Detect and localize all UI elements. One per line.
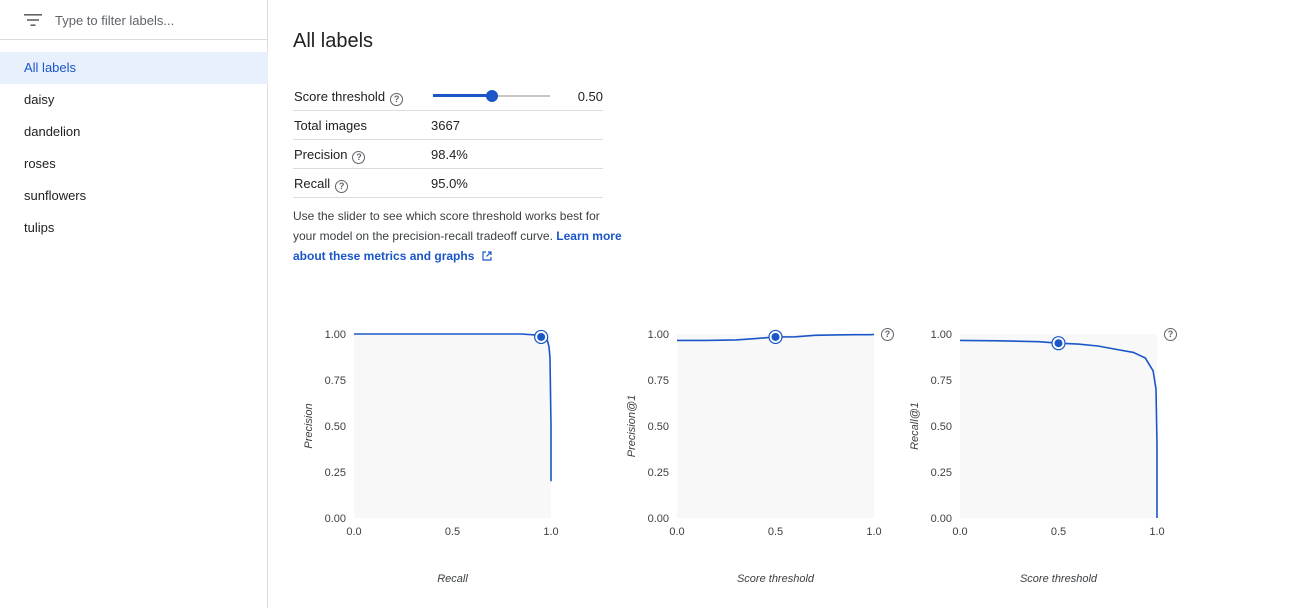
score-threshold-value: 0.50 bbox=[577, 89, 603, 104]
y-tick-label: 0.25 bbox=[325, 467, 346, 479]
label-filter-bar bbox=[0, 0, 268, 40]
x-axis-label: Score threshold bbox=[737, 573, 815, 585]
x-tick-label: 0.5 bbox=[1051, 526, 1066, 538]
precision-recall-chart: 0.00 0.25 0.50 0.75 1.00 0.0 0.5 1.0 Recall Preci… bbox=[293, 316, 593, 596]
label-item-all-labels[interactable]: All labels bbox=[0, 52, 268, 84]
help-icon[interactable]: ? bbox=[352, 151, 366, 164]
y-tick-label: 0.50 bbox=[931, 421, 952, 433]
precision-row: Precision? 98.4% bbox=[293, 140, 603, 169]
total-images-value: 3667 bbox=[431, 118, 460, 133]
y-tick-label: 0.25 bbox=[931, 467, 952, 479]
x-tick-label: 0.0 bbox=[952, 526, 967, 538]
recall-threshold-chart: 0.00 0.25 0.50 0.75 1.00 0.0 0.5 1.0 Score thres… bbox=[899, 316, 1199, 596]
label-item-daisy[interactable]: daisy bbox=[0, 84, 268, 116]
threshold-marker bbox=[537, 332, 546, 341]
slider-thumb[interactable] bbox=[485, 90, 498, 102]
precision-label: Precision? bbox=[294, 147, 366, 164]
y-tick-label: 0.75 bbox=[648, 375, 669, 387]
y-tick-label: 0.50 bbox=[648, 421, 669, 433]
recall-value: 95.0% bbox=[431, 176, 468, 191]
score-threshold-label: Score threshold? bbox=[294, 89, 404, 106]
y-tick-label: 1.00 bbox=[931, 329, 952, 341]
metrics-description: Use the slider to see which score thresh… bbox=[293, 206, 623, 266]
threshold-marker bbox=[771, 332, 780, 341]
total-images-row: Total images 3667 bbox=[293, 111, 603, 140]
chart-help-icon[interactable]: ? bbox=[881, 328, 894, 341]
help-icon[interactable]: ? bbox=[335, 180, 349, 193]
y-tick-label: 1.00 bbox=[648, 329, 669, 341]
chart-svg: 0.00 0.25 0.50 0.75 1.00 0.0 0.5 1.0 Score thres… bbox=[626, 329, 882, 585]
y-tick-label: 0.00 bbox=[931, 513, 952, 525]
label-item-sunflowers[interactable]: sunflowers bbox=[0, 180, 268, 212]
score-threshold-slider[interactable] bbox=[433, 90, 550, 102]
precision-threshold-chart: 0.00 0.25 0.50 0.75 1.00 0.0 0.5 1.0 Score thres… bbox=[616, 316, 916, 596]
x-tick-label: 0.0 bbox=[346, 526, 361, 538]
y-tick-label: 0.25 bbox=[648, 467, 669, 479]
x-tick-label: 0.5 bbox=[445, 526, 460, 538]
help-icon[interactable]: ? bbox=[390, 93, 404, 106]
label-list: All labels daisy dandelion roses sunflow… bbox=[0, 52, 268, 244]
x-axis-label: Score threshold bbox=[1020, 573, 1098, 585]
filter-list-icon[interactable] bbox=[24, 11, 42, 29]
plot-area bbox=[677, 334, 874, 518]
chart-svg: 0.00 0.25 0.50 0.75 1.00 0.0 0.5 1.0 Score thres… bbox=[909, 329, 1165, 585]
y-tick-label: 1.00 bbox=[325, 329, 346, 341]
total-images-label: Total images bbox=[294, 118, 367, 133]
main-panel: All labels Score threshold? 0.50 Total i… bbox=[269, 0, 1289, 608]
x-tick-label: 1.0 bbox=[543, 526, 558, 538]
y-tick-label: 0.00 bbox=[648, 513, 669, 525]
slider-fill bbox=[433, 94, 492, 97]
x-axis-label: Recall bbox=[437, 573, 468, 585]
plot-area bbox=[960, 334, 1157, 518]
y-axis-label: Recall@1 bbox=[909, 402, 921, 450]
recall-row: Recall? 95.0% bbox=[293, 169, 603, 198]
threshold-marker bbox=[1054, 339, 1063, 348]
plot-area bbox=[354, 334, 551, 518]
label-item-roses[interactable]: roses bbox=[0, 148, 268, 180]
score-threshold-row: Score threshold? 0.50 bbox=[293, 82, 603, 111]
y-axis-label: Precision bbox=[303, 403, 315, 448]
x-tick-label: 1.0 bbox=[866, 526, 881, 538]
y-tick-label: 0.75 bbox=[325, 375, 346, 387]
chart-help-icon[interactable]: ? bbox=[1164, 328, 1177, 341]
y-tick-label: 0.00 bbox=[325, 513, 346, 525]
recall-label: Recall? bbox=[294, 176, 349, 193]
y-tick-label: 0.50 bbox=[325, 421, 346, 433]
x-tick-label: 1.0 bbox=[1149, 526, 1164, 538]
label-item-tulips[interactable]: tulips bbox=[0, 212, 268, 244]
x-tick-label: 0.0 bbox=[669, 526, 684, 538]
label-filter-input[interactable] bbox=[48, 6, 258, 34]
y-tick-label: 0.75 bbox=[931, 375, 952, 387]
y-axis-label: Precision@1 bbox=[626, 395, 638, 458]
precision-value: 98.4% bbox=[431, 147, 468, 162]
x-tick-label: 0.5 bbox=[768, 526, 783, 538]
metrics-table: Score threshold? 0.50 Total images 3667 … bbox=[293, 82, 603, 198]
label-item-dandelion[interactable]: dandelion bbox=[0, 116, 268, 148]
sidebar: All labels daisy dandelion roses sunflow… bbox=[0, 0, 268, 608]
page-title: All labels bbox=[293, 30, 374, 52]
open-in-new-icon bbox=[482, 251, 492, 261]
description-text: Use the slider to see which score thresh… bbox=[293, 209, 600, 243]
chart-svg: 0.00 0.25 0.50 0.75 1.00 0.0 0.5 1.0 Recall Preci… bbox=[303, 329, 559, 585]
